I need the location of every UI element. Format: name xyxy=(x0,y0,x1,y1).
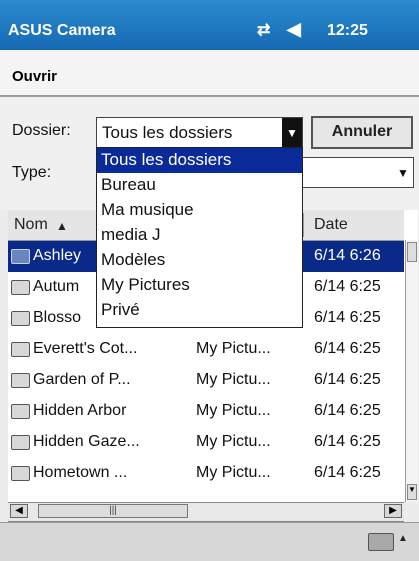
dropdown-option-label: Bureau xyxy=(101,175,156,194)
image-file-icon xyxy=(11,249,30,264)
file-folder: My Pictu... xyxy=(196,433,271,450)
column-divider[interactable] xyxy=(303,213,304,237)
type-label: Type: xyxy=(12,164,52,181)
dropdown-option-label: My Pictures xyxy=(101,275,190,294)
folder-dropdown-list[interactable]: Tous les dossiers Bureau Ma musique medi… xyxy=(96,147,303,328)
image-file-icon xyxy=(11,404,30,419)
cancel-button-label: Annuler xyxy=(331,123,393,140)
clock[interactable]: 12:25 xyxy=(327,22,368,40)
table-row[interactable]: Everett's Cot... My Pictu... 6/14 6:25 xyxy=(8,334,404,365)
file-date: 6/14 6:25 xyxy=(314,309,381,326)
image-file-icon xyxy=(11,373,30,388)
screen: ASUS Camera ⇄ ◀ 12:25 Ouvrir Dossier: To… xyxy=(0,0,419,561)
file-date: 6/14 6:26 xyxy=(314,247,381,264)
file-date: 6/14 6:25 xyxy=(314,402,381,419)
image-file-icon xyxy=(11,466,30,481)
file-name: Blosso xyxy=(33,309,82,326)
column-header-date[interactable]: Date xyxy=(314,216,348,234)
app-title: ASUS Camera xyxy=(8,22,116,39)
dropdown-option[interactable]: Modèles xyxy=(97,248,302,273)
folder-select-value: Tous les dossiers xyxy=(102,123,233,142)
file-date: 6/14 6:25 xyxy=(314,433,381,450)
file-name: Ashley xyxy=(33,247,82,264)
file-name: Hidden Arbor xyxy=(33,402,127,419)
title-bar: ASUS Camera ⇄ ◀ 12:25 xyxy=(0,0,419,50)
image-file-icon xyxy=(11,342,30,357)
image-file-icon xyxy=(11,280,30,295)
file-folder: My Pictu... xyxy=(196,340,271,357)
file-date: 6/14 6:25 xyxy=(314,371,381,388)
scroll-right-button[interactable]: ▶ xyxy=(384,504,402,518)
chevron-down-icon[interactable]: ▼ xyxy=(393,158,413,187)
scroll-thumb[interactable]: ||| xyxy=(38,504,188,518)
image-file-icon xyxy=(11,435,30,450)
dropdown-option[interactable]: My Pictures xyxy=(97,273,302,298)
file-folder: My Pictu... xyxy=(196,464,271,481)
scroll-down-button[interactable]: ▼ xyxy=(407,484,417,500)
scroll-left-button[interactable]: ◀ xyxy=(10,504,28,518)
table-row[interactable]: Garden of P... My Pictu... 6/14 6:25 xyxy=(8,365,404,396)
dropdown-option[interactable]: Bureau xyxy=(97,173,302,198)
connectivity-icon[interactable]: ⇄ xyxy=(257,20,270,40)
dialog-title: Ouvrir xyxy=(12,68,58,85)
dropdown-option[interactable]: Privé xyxy=(97,298,302,323)
table-row[interactable]: Hidden Arbor My Pictu... 6/14 6:25 xyxy=(8,396,404,427)
folder-select[interactable]: Tous les dossiers ▼ xyxy=(96,117,303,148)
file-name: Hidden Gaze... xyxy=(33,433,140,450)
command-bar: ▲ xyxy=(0,522,419,561)
folder-label: Dossier: xyxy=(12,122,71,139)
keyboard-icon[interactable] xyxy=(368,533,394,551)
chevron-down-icon[interactable]: ▼ xyxy=(282,118,302,147)
dropdown-option[interactable]: Tous les dossiers xyxy=(97,148,302,173)
file-folder: My Pictu... xyxy=(196,402,271,419)
column-header-name[interactable]: Nom xyxy=(14,216,48,234)
dropdown-option[interactable]: Ma musique xyxy=(97,198,302,223)
volume-icon[interactable]: ◀ xyxy=(287,19,301,40)
file-date: 6/14 6:25 xyxy=(314,340,381,357)
image-file-icon xyxy=(11,311,30,326)
dropdown-option[interactable]: media J xyxy=(97,223,302,248)
table-row[interactable]: Hometown ... My Pictu... 6/14 6:25 xyxy=(8,458,404,489)
file-date: 6/14 6:25 xyxy=(314,278,381,295)
table-row[interactable]: Hidden Gaze... My Pictu... 6/14 6:25 xyxy=(8,427,404,458)
dropdown-option-label: Tous les dossiers xyxy=(101,150,232,169)
file-name: Everett's Cot... xyxy=(33,340,138,357)
dropdown-option-label: Modèles xyxy=(101,250,166,269)
cancel-button[interactable]: Annuler xyxy=(311,116,413,149)
file-name: Garden of P... xyxy=(33,371,131,388)
file-folder: My Pictu... xyxy=(196,371,271,388)
vertical-scrollbar[interactable]: ▼ xyxy=(405,240,418,502)
dropdown-option-label: media J xyxy=(101,225,161,244)
file-name: Hometown ... xyxy=(33,464,128,481)
input-menu-arrow[interactable]: ▲ xyxy=(398,533,408,544)
file-date: 6/14 6:25 xyxy=(314,464,381,481)
horizontal-scrollbar[interactable]: ◀ ||| ▶ xyxy=(8,502,404,522)
dropdown-option-label: Ma musique xyxy=(101,200,194,219)
scroll-thumb[interactable] xyxy=(407,242,417,262)
dialog-header: Ouvrir xyxy=(0,50,419,97)
dropdown-option-label: Privé xyxy=(101,300,140,319)
sort-ascending-icon[interactable]: ▲ xyxy=(56,219,68,233)
file-name: Autum xyxy=(33,278,80,295)
